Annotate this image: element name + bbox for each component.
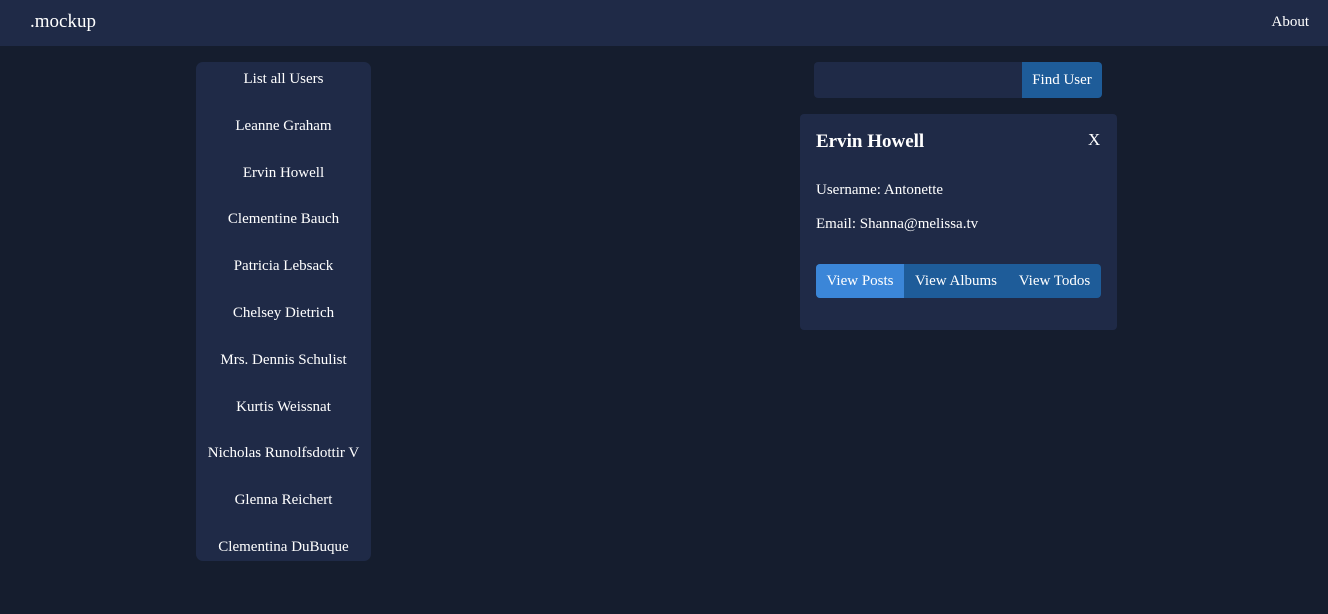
user-list-item[interactable]: Clementine Bauch bbox=[196, 210, 371, 228]
close-card-button[interactable]: X bbox=[1088, 130, 1100, 150]
user-list-item[interactable]: Kurtis Weissnat bbox=[196, 398, 371, 416]
brand-logo[interactable]: .mockup bbox=[30, 11, 96, 33]
about-link[interactable]: About bbox=[1272, 13, 1310, 31]
user-detail-card: Ervin Howell X Username: Antonette Email… bbox=[800, 114, 1117, 330]
view-albums-button[interactable]: View Albums bbox=[904, 264, 1008, 298]
user-search-input[interactable] bbox=[814, 62, 1022, 98]
top-navbar: .mockup About bbox=[0, 0, 1328, 46]
user-list-item[interactable]: Patricia Lebsack bbox=[196, 257, 371, 275]
view-posts-button[interactable]: View Posts bbox=[816, 264, 904, 298]
user-list-item[interactable]: Ervin Howell bbox=[196, 164, 371, 182]
user-list-item[interactable]: Glenna Reichert bbox=[196, 491, 371, 509]
username-text: Username: Antonette bbox=[816, 182, 944, 198]
view-todos-button[interactable]: View Todos bbox=[1008, 264, 1101, 298]
user-list-item[interactable]: Mrs. Dennis Schulist bbox=[196, 351, 371, 369]
email-text: Email: Shanna@melissa.tv bbox=[816, 216, 979, 232]
user-list-item[interactable]: Chelsey Dietrich bbox=[196, 304, 371, 322]
user-list-item[interactable]: Leanne Graham bbox=[196, 117, 371, 135]
user-actions-group: View Posts View Albums View Todos bbox=[816, 264, 1101, 298]
list-all-users-link[interactable]: List all Users bbox=[196, 70, 371, 88]
user-list-item[interactable]: Nicholas Runolfsdottir V bbox=[196, 444, 371, 462]
find-user-button[interactable]: Find User bbox=[1022, 62, 1102, 98]
user-name-heading: Ervin Howell bbox=[816, 131, 925, 152]
user-list-panel: List all Users Leanne Graham Ervin Howel… bbox=[196, 62, 371, 561]
user-list-item[interactable]: Clementina DuBuque bbox=[196, 538, 371, 556]
